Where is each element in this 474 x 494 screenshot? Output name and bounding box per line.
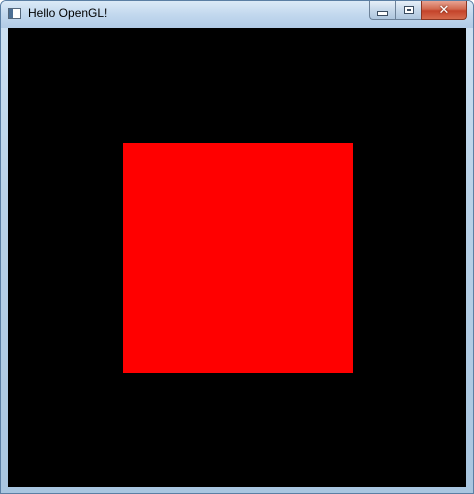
maximize-icon xyxy=(403,6,414,14)
caption-buttons: ✕ xyxy=(369,1,467,20)
maximize-button[interactable] xyxy=(395,1,421,20)
title-bar[interactable]: Hello OpenGL! ✕ xyxy=(1,1,473,28)
app-window-icon[interactable] xyxy=(8,8,21,19)
close-button[interactable]: ✕ xyxy=(421,1,467,20)
window-title: Hello OpenGL! xyxy=(28,6,108,20)
minimize-icon xyxy=(377,10,388,16)
opengl-canvas[interactable] xyxy=(8,28,466,487)
red-square xyxy=(123,143,353,373)
minimize-button[interactable] xyxy=(369,1,395,20)
app-window: Hello OpenGL! ✕ xyxy=(0,0,474,494)
close-icon: ✕ xyxy=(438,2,450,18)
